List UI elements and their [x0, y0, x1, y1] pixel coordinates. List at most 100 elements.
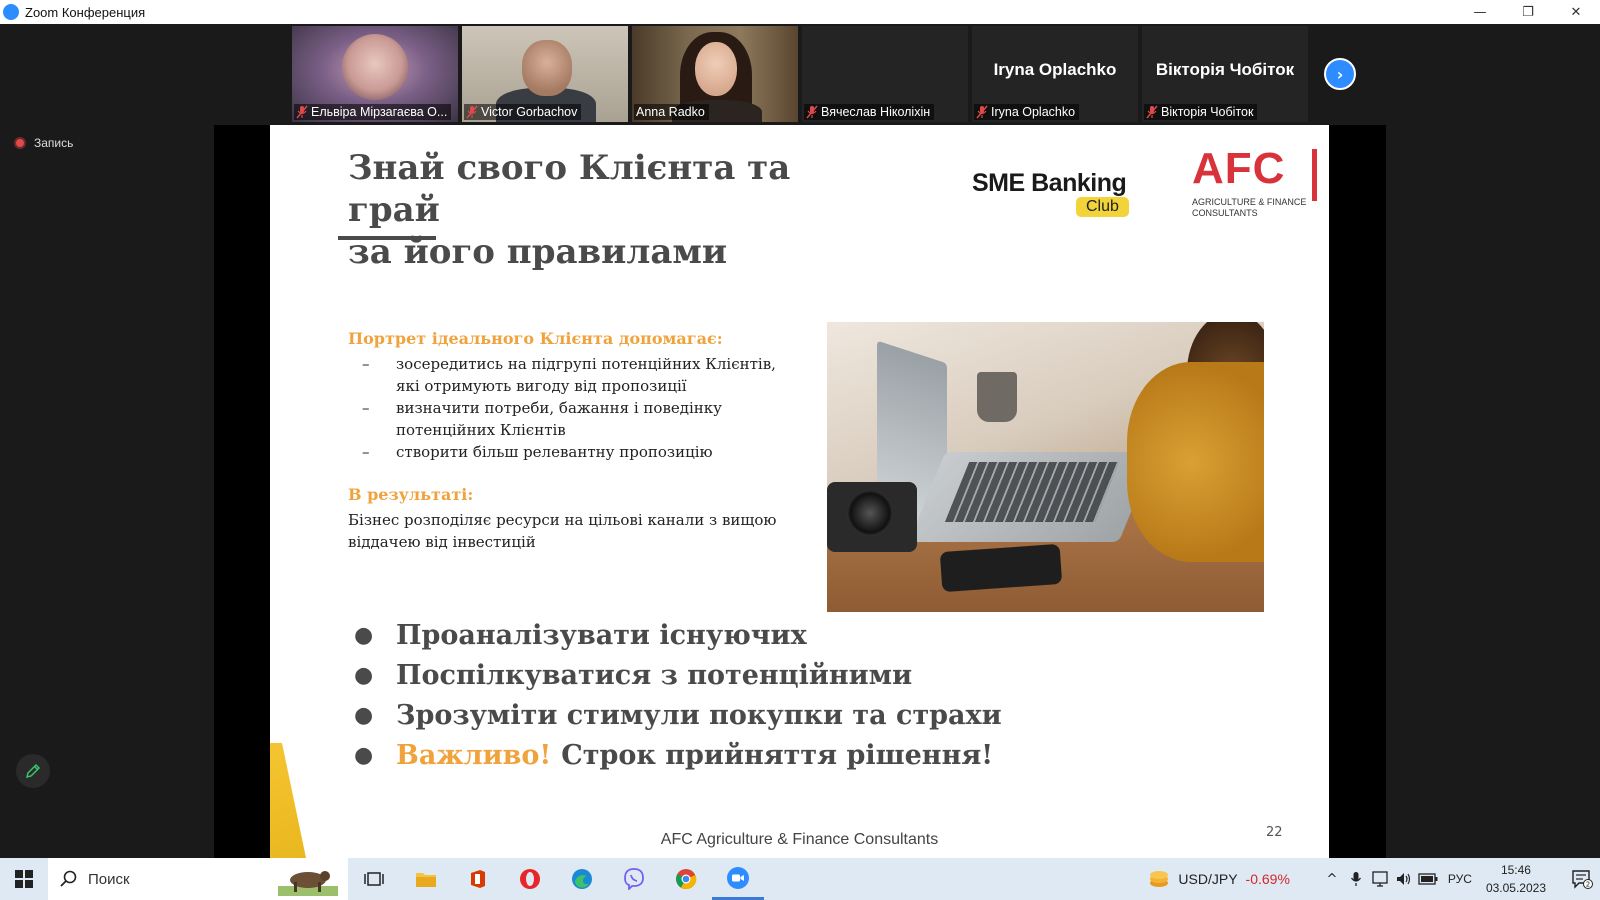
action-text: Поспілкуватися з потенційними [396, 659, 913, 691]
list-item-text: потенційних Клієнтів [396, 421, 566, 439]
participant-tile[interactable]: Вячеслав Ніколіхін [802, 26, 968, 122]
office-button[interactable] [452, 858, 504, 900]
result-heading: В результаті: [348, 485, 474, 504]
volume-tray-button[interactable] [1392, 858, 1416, 900]
clock-time: 15:46 [1500, 863, 1531, 877]
system-tray: USD/JPY -0.69% ^ РУС 15:46 03.05.2023 2 [1148, 858, 1600, 900]
edge-button[interactable] [556, 858, 608, 900]
participant-name: Вікторія Чобіток [1161, 105, 1254, 119]
action-item: ● Поспілкуватися з потенційними [354, 655, 1002, 695]
action-item: ● Проаналізувати існуючих [354, 615, 1002, 655]
meeting-stage: Ельвіра Мірзагаєва О... Victor Gorbachov… [0, 24, 1600, 858]
list-item: – створити більш релевантну пропозицію [362, 441, 782, 463]
dash-marker: – [362, 355, 370, 373]
window-title: Zoom Конференция [25, 4, 146, 20]
microphone-tray-button[interactable] [1344, 858, 1368, 900]
action-list: ● Проаналізувати існуючих ● Поспілкувати… [354, 615, 1002, 775]
list-item: – визначити потреби, бажання і поведінку… [362, 397, 782, 441]
next-participants-button[interactable]: › [1324, 58, 1356, 90]
shared-slide: Знай свого Клієнта та грай за його прави… [270, 125, 1329, 858]
action-text: Проаналізувати існуючих [396, 619, 807, 651]
chevron-right-icon: › [1336, 64, 1344, 84]
participant-tile[interactable]: Вікторія Чобіток Вікторія Чобіток [1142, 26, 1308, 122]
clock-date: 03.05.2023 [1485, 881, 1546, 895]
notification-count: 2 [1586, 881, 1590, 889]
network-icon [1372, 871, 1388, 887]
afc-logo-text: AFC [1192, 144, 1286, 193]
tray-overflow-button[interactable]: ^ [1320, 858, 1344, 900]
stock-widget[interactable]: USD/JPY -0.69% [1148, 868, 1290, 890]
participant-display-name: Вікторія Чобіток [1155, 60, 1295, 79]
dash-marker: – [362, 399, 370, 417]
network-tray-button[interactable] [1368, 858, 1392, 900]
search-highlight-art [278, 871, 338, 896]
laptop-payment-photo [827, 322, 1264, 612]
bullet: ● [354, 662, 374, 688]
battery-tray-button[interactable] [1416, 858, 1440, 900]
start-button[interactable] [0, 858, 48, 900]
participant-strip: Ельвіра Мірзагаєва О... Victor Gorbachov… [292, 26, 1308, 122]
muted-mic-icon [976, 105, 988, 119]
action-item: ● Зрозуміти стимули покупки та страхи [354, 695, 1002, 735]
portrait-heading: Портрет ідеального Клієнта допомагає: [348, 329, 723, 348]
sme-logo-text: SME Banking [972, 169, 1127, 197]
list-item-text: визначити потреби, бажання і поведінку [396, 399, 723, 417]
participant-tile[interactable]: Victor Gorbachov [462, 26, 628, 122]
minimize-button[interactable]: — [1456, 0, 1504, 24]
participant-label: Вячеслав Ніколіхін [804, 104, 935, 120]
participant-label: Ельвіра Мірзагаєва О... [294, 104, 452, 120]
windows-logo-icon [15, 870, 33, 888]
search-label: Поиск [88, 870, 130, 888]
restore-button[interactable]: ❐ [1504, 0, 1552, 24]
action-item: ● Важливо! Строк прийняття рішення! [354, 735, 1002, 775]
close-button[interactable]: ✕ [1552, 0, 1600, 24]
speaker-icon [1396, 873, 1411, 885]
bullet: ● [354, 742, 374, 768]
participant-tile-active-speaker[interactable]: Anna Radko [632, 26, 798, 122]
participant-name: Victor Gorbachov [481, 105, 578, 119]
slide-title-line: Знай свого Клієнта та грай [348, 148, 791, 230]
opera-button[interactable] [504, 858, 556, 900]
muted-mic-icon [1146, 105, 1158, 119]
chrome-button[interactable] [660, 858, 712, 900]
afc-logo-bar [1312, 149, 1317, 201]
language-indicator[interactable]: РУС [1448, 872, 1472, 886]
list-item-text: які отримують вигоду від пропозиції [396, 377, 687, 395]
zoom-taskbar-button[interactable] [712, 858, 764, 900]
slide-title: Знай свого Клієнта та грай за його прави… [348, 147, 868, 273]
afc-logo: AFC AGRICULTURE & FINANCE CONSULTANTS [1192, 147, 1326, 219]
participant-tile[interactable]: Ельвіра Мірзагаєва О... [292, 26, 458, 122]
zoom-app-icon [3, 4, 19, 20]
stock-change: -0.69% [1245, 871, 1290, 887]
bullet: ● [354, 702, 374, 728]
file-explorer-button[interactable] [400, 858, 452, 900]
list-item: – зосередитись на підгрупі потенційних К… [362, 353, 782, 397]
office-icon [471, 870, 485, 888]
sme-logo-badge: Club [1076, 197, 1129, 217]
participant-name: Anna Radko [636, 105, 705, 119]
recording-label: Запись [34, 136, 74, 150]
notifications-button[interactable]: 2 [1564, 858, 1600, 900]
title-underline [338, 236, 436, 240]
recording-indicator[interactable]: Запись [14, 136, 73, 150]
muted-mic-icon [806, 105, 818, 119]
action-text: Строк прийняття рішення! [561, 739, 994, 771]
annotate-button[interactable] [16, 754, 50, 788]
important-highlight: Важливо! [396, 739, 552, 771]
slide-footer: AFC Agriculture & Finance Consultants [660, 831, 939, 848]
opera-icon [520, 869, 540, 889]
viber-button[interactable] [608, 858, 660, 900]
muted-mic-icon [466, 105, 478, 119]
taskbar-clock[interactable]: 15:46 03.05.2023 [1486, 861, 1546, 897]
viber-icon [624, 868, 644, 890]
stock-pair: USD/JPY [1178, 871, 1238, 887]
afc-logo-subtitle: AGRICULTURE & FINANCE CONSULTANTS [1192, 197, 1326, 219]
task-view-button[interactable] [348, 858, 400, 900]
notification-icon: 2 [1572, 870, 1593, 889]
search-icon [60, 870, 77, 887]
folder-icon [416, 873, 436, 887]
participant-tile[interactable]: Iryna Oplachko Iryna Oplachko [972, 26, 1138, 122]
windows-taskbar: Поиск USD/JPY -0.69% ^ РУС 15:46 03.05.2… [0, 858, 1600, 900]
taskbar-search[interactable]: Поиск [48, 858, 348, 900]
edge-icon [572, 869, 592, 889]
